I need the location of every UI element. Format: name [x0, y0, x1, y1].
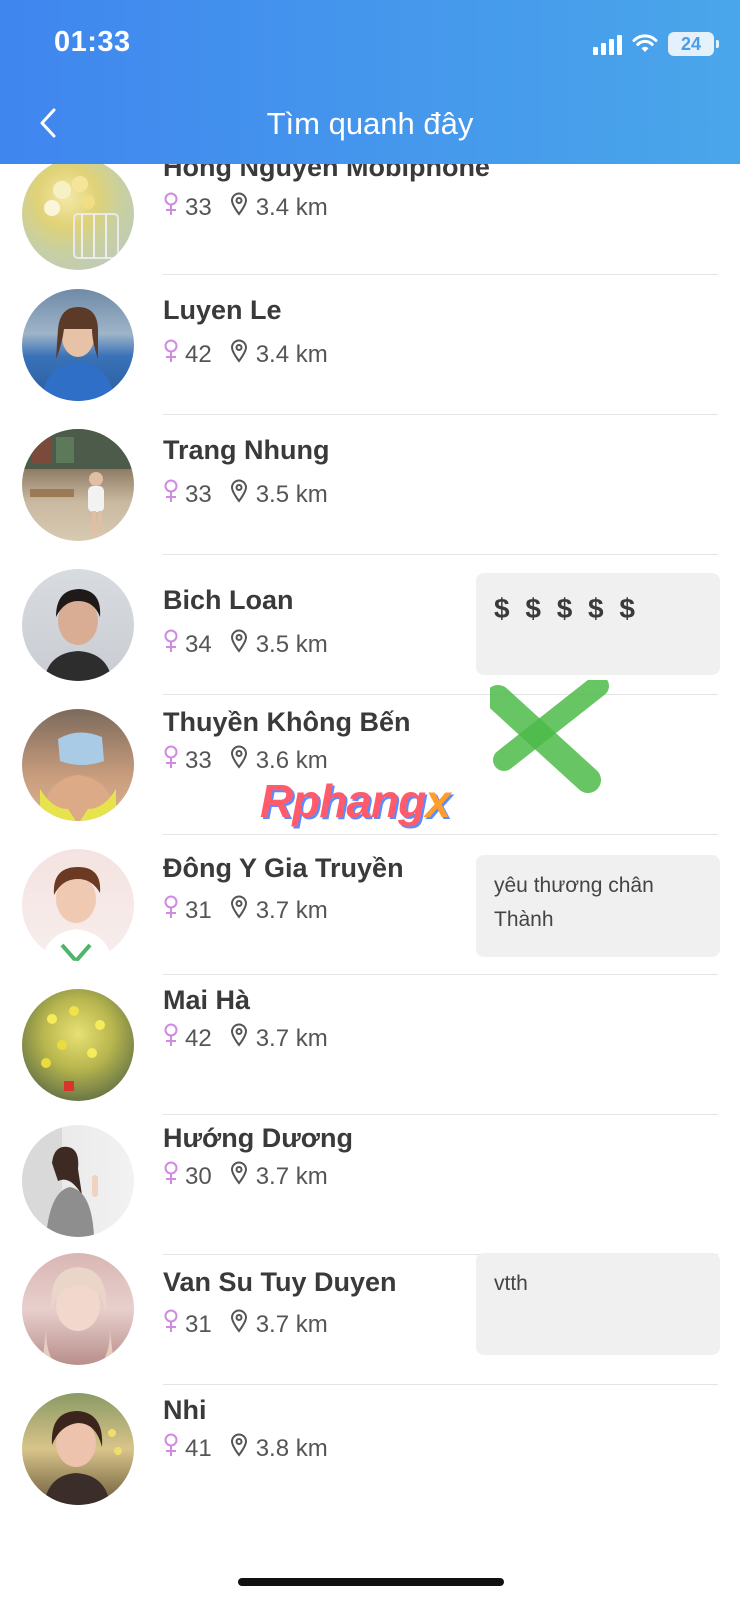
- location-pin-icon: [230, 1433, 248, 1464]
- avatar: [22, 158, 134, 270]
- female-icon: [163, 1161, 179, 1192]
- person-age: 42: [185, 340, 212, 368]
- divider: [163, 1384, 718, 1385]
- avatar: [22, 289, 134, 401]
- person-meta: 41 3.8 km: [163, 1433, 328, 1464]
- person-distance: 3.4 km: [255, 340, 328, 368]
- female-icon: [163, 1433, 179, 1464]
- app-header: 01:33 24 Tìm quanh đây: [0, 0, 740, 164]
- list-item[interactable]: Van Su Tuy Duyen 31 3.7 km vtth: [0, 1253, 740, 1395]
- person-age: 31: [185, 896, 212, 924]
- person-age: 33: [185, 746, 212, 774]
- person-name: Bich Loan: [163, 585, 294, 615]
- person-meta: 34 3.5 km: [163, 629, 328, 660]
- avatar: [22, 989, 134, 1101]
- person-meta: 42 3.7 km: [163, 1023, 328, 1054]
- avatar: [22, 429, 134, 541]
- person-age: 31: [185, 1310, 212, 1338]
- wifi-icon: [632, 34, 658, 54]
- person-distance: 3.7 km: [255, 1024, 328, 1052]
- location-pin-icon: [230, 1309, 248, 1340]
- person-distance: 3.7 km: [255, 1310, 328, 1338]
- person-distance: 3.7 km: [255, 896, 328, 924]
- status-time: 01:33: [54, 26, 131, 58]
- avatar: [22, 849, 134, 961]
- battery-icon: 24: [668, 32, 719, 56]
- person-name: Thuyền Không Bến: [163, 707, 411, 737]
- watermark-x: x: [425, 775, 451, 827]
- person-age: 33: [185, 193, 212, 221]
- avatar: [22, 1253, 134, 1365]
- person-name: Đông Y Gia Truyền: [163, 853, 404, 883]
- person-name: Trang Nhung: [163, 435, 330, 465]
- list-item[interactable]: Nhi 41 3.8 km: [0, 1393, 740, 1535]
- person-distance: 3.5 km: [255, 480, 328, 508]
- page-title: Tìm quanh đây: [266, 106, 474, 141]
- person-distance: 3.5 km: [255, 630, 328, 658]
- person-age: 34: [185, 630, 212, 658]
- status-note: yêu thương chân Thành: [476, 855, 720, 957]
- avatar: [22, 569, 134, 681]
- person-age: 42: [185, 1024, 212, 1052]
- female-icon: [163, 1309, 179, 1340]
- female-icon: [163, 745, 179, 776]
- status-note: vtth: [476, 1253, 720, 1355]
- person-distance: 3.6 km: [255, 746, 328, 774]
- person-distance: 3.8 km: [255, 1434, 328, 1462]
- person-meta: 42 3.4 km: [163, 339, 328, 370]
- person-distance: 3.4 km: [255, 193, 328, 221]
- cellular-signal-icon: [593, 33, 622, 55]
- avatar: [22, 709, 134, 821]
- female-icon: [163, 629, 179, 660]
- person-meta: 31 3.7 km: [163, 895, 328, 926]
- female-icon: [163, 479, 179, 510]
- location-pin-icon: [230, 1023, 248, 1054]
- location-pin-icon: [230, 745, 248, 776]
- avatar: [22, 1393, 134, 1505]
- person-age: 33: [185, 480, 212, 508]
- person-meta: 33 3.6 km: [163, 745, 328, 776]
- female-icon: [163, 192, 179, 223]
- person-meta: 30 3.7 km: [163, 1161, 328, 1192]
- person-name: Van Su Tuy Duyen: [163, 1267, 397, 1297]
- location-pin-icon: [230, 895, 248, 926]
- female-icon: [163, 1023, 179, 1054]
- list-item[interactable]: Hướng Dương 30 3.7 km: [0, 1115, 740, 1255]
- status-note: $ $ $ $ $: [476, 573, 720, 675]
- person-distance: 3.7 km: [255, 1162, 328, 1190]
- person-age: 41: [185, 1434, 212, 1462]
- location-pin-icon: [230, 339, 248, 370]
- green-cross-icon: [490, 680, 609, 793]
- person-meta: 33 3.4 km: [163, 192, 328, 223]
- location-pin-icon: [230, 192, 248, 223]
- list-item[interactable]: Luyen Le 42 3.4 km: [0, 275, 740, 415]
- location-pin-icon: [230, 479, 248, 510]
- location-pin-icon: [230, 629, 248, 660]
- female-icon: [163, 895, 179, 926]
- battery-level: 24: [680, 33, 702, 54]
- home-indicator[interactable]: [238, 1578, 504, 1586]
- person-age: 30: [185, 1162, 212, 1190]
- location-pin-icon: [230, 1161, 248, 1192]
- person-name: Nhi: [163, 1395, 207, 1425]
- avatar: [22, 1125, 134, 1237]
- person-meta: 31 3.7 km: [163, 1309, 328, 1340]
- watermark-text: Rphang: [260, 775, 426, 827]
- person-meta: 33 3.5 km: [163, 479, 328, 510]
- list-item[interactable]: Bich Loan 34 3.5 km $ $ $ $ $: [0, 555, 740, 695]
- list-item[interactable]: Trang Nhung 33 3.5 km: [0, 415, 740, 555]
- list-item[interactable]: Đông Y Gia Truyền 31 3.7 km yêu thương c…: [0, 835, 740, 975]
- person-name: Hướng Dương: [163, 1123, 353, 1153]
- list-item[interactable]: Mai Hà 42 3.7 km: [0, 975, 740, 1115]
- status-icons: 24: [593, 30, 719, 58]
- female-icon: [163, 339, 179, 370]
- watermark-logo: Rphangx: [260, 774, 451, 828]
- person-name: Mai Hà: [163, 985, 251, 1015]
- person-name: Luyen Le: [163, 295, 282, 325]
